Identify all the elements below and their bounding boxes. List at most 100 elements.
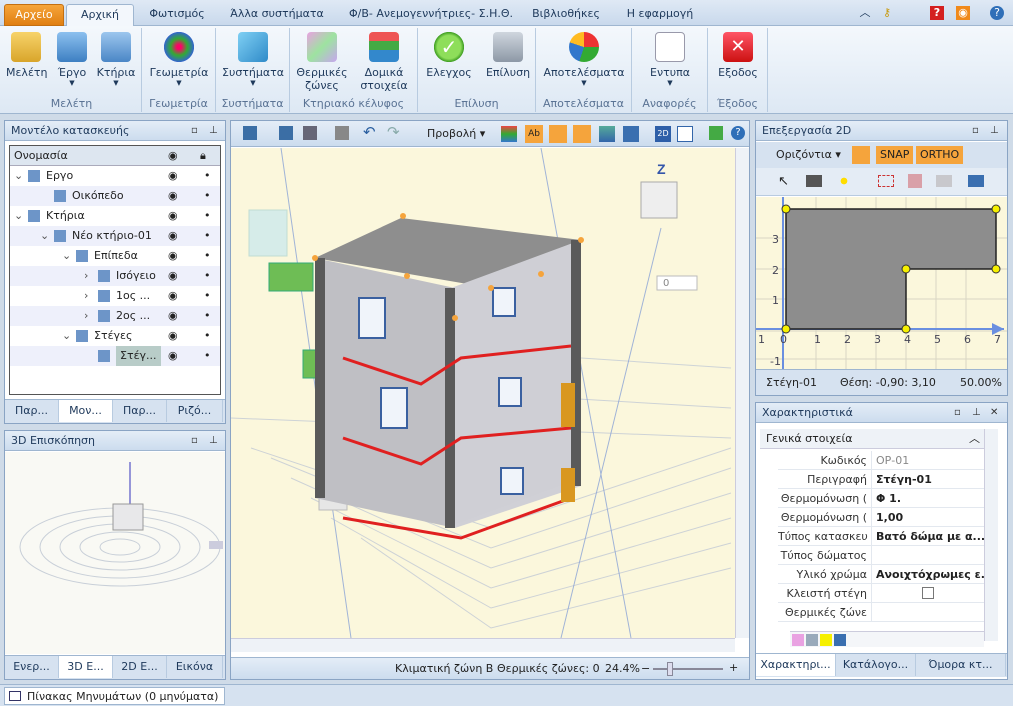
zone-yellow-icon[interactable]	[820, 634, 832, 646]
lock-toggle[interactable]: •	[204, 266, 211, 286]
expand-icon[interactable]: ⌄	[62, 246, 71, 266]
tree-row[interactable]: › 2ος ... ◉ •	[10, 306, 220, 326]
roof-tool-icon[interactable]	[968, 175, 984, 187]
minimize-icon[interactable]: ▫	[954, 403, 961, 423]
shape-icon[interactable]	[908, 174, 922, 188]
tree-row[interactable]: ⌄ Νέο κτήριο-01 ◉ •	[10, 226, 220, 246]
view3d-canvas[interactable]: Z	[231, 148, 735, 638]
grid-snap-icon[interactable]	[852, 146, 870, 164]
solve-button[interactable]: Επίλυση	[484, 32, 532, 79]
chevron-up-icon[interactable]: ︿	[858, 6, 872, 20]
zoom-out-icon[interactable]: −	[641, 662, 650, 675]
render-icon[interactable]	[623, 126, 639, 142]
structural-elements-button[interactable]: Δομικά στοιχεία	[354, 32, 414, 92]
tab-image[interactable]: Εικόνα	[167, 656, 223, 678]
key-icon[interactable]: ⚷	[880, 6, 894, 20]
tab-root[interactable]: Ριζό...	[167, 400, 223, 422]
forms-button[interactable]: Εντυπα ▼	[640, 32, 700, 87]
property-row[interactable]: Κλειστή στέγη	[778, 584, 986, 603]
preview-viewport[interactable]	[5, 452, 225, 654]
layers-tool-icon[interactable]	[806, 175, 822, 187]
tab-characteristics[interactable]: Χαρακτηρι...	[756, 654, 836, 676]
property-row[interactable]: Τύπος κατασκευ Βατό δώμα με α...	[778, 527, 986, 546]
collapse-icon[interactable]: ︿	[969, 429, 980, 449]
2d-icon[interactable]: 2D	[655, 126, 671, 142]
checkbox-icon[interactable]	[677, 126, 693, 142]
tab-application[interactable]: Η εφαρμογή	[618, 4, 702, 26]
property-row[interactable]: Περιγραφή Στέγη-01	[778, 470, 986, 489]
pin-icon[interactable]: ⊥	[990, 121, 999, 141]
pin-icon[interactable]: ⊥	[209, 431, 218, 451]
redo-icon[interactable]: ↷	[387, 123, 400, 141]
tree-row[interactable]: ⌄ Κτήρια ◉ •	[10, 206, 220, 226]
tab-adjacent[interactable]: Όμορα κτ...	[916, 654, 1006, 676]
tab-other-systems[interactable]: Άλλα συστήματα	[222, 4, 332, 26]
scroll-thumb[interactable]	[209, 541, 223, 549]
tab-pv-wind[interactable]: Φ/Β- Ανεμογεννήτριες- Σ.Η.Θ.	[340, 4, 522, 26]
tab-parameters-2[interactable]: Παρ...	[113, 400, 167, 422]
print-icon[interactable]	[335, 126, 349, 140]
geometry-button[interactable]: Γεωμετρία ▼	[148, 32, 210, 87]
tab-2d-view[interactable]: 2D E...	[113, 656, 167, 678]
grid-icon[interactable]	[573, 125, 591, 143]
tree-row[interactable]: Στέγ... ◉ •	[10, 346, 220, 366]
lock-toggle[interactable]: •	[204, 346, 211, 366]
zone-gray-icon[interactable]	[806, 634, 818, 646]
zoom-slider-thumb[interactable]	[667, 662, 673, 676]
tab-catalog[interactable]: Κατάλογο...	[836, 654, 916, 676]
tree-row[interactable]: Οικόπεδο ◉ •	[10, 186, 220, 206]
property-value[interactable]: Στέγη-01	[874, 470, 986, 489]
exit-button[interactable]: ✕ Εξοδος	[714, 32, 762, 79]
visibility-icon[interactable]: ◉	[168, 166, 178, 186]
lock-toggle[interactable]: •	[204, 206, 211, 226]
terrain-icon[interactable]	[599, 126, 615, 142]
ortho-toggle[interactable]: ORTHO	[916, 146, 964, 164]
minimize-icon[interactable]: ▫	[972, 121, 979, 141]
tab-3d-view[interactable]: 3D E...	[59, 656, 113, 678]
refresh-icon[interactable]	[709, 126, 723, 140]
closed-roof-checkbox[interactable]	[922, 587, 934, 599]
project-button[interactable]: Έργο ▼	[52, 32, 92, 87]
save-icon[interactable]	[243, 126, 257, 140]
expand-icon[interactable]: ⌄	[14, 206, 23, 226]
lock-toggle[interactable]: •	[204, 166, 211, 186]
close-icon[interactable]: ✕	[990, 403, 998, 423]
lock-toggle[interactable]: •	[204, 186, 211, 206]
property-row[interactable]: Τύπος δώματος	[778, 546, 986, 565]
zoom-in-icon[interactable]: +	[729, 661, 738, 674]
help-icon[interactable]: ?	[731, 126, 745, 140]
general-section-header[interactable]: Γενικά στοιχεία ︿	[760, 429, 986, 449]
edit2d-canvas[interactable]: 1 0 1 2 3 4 5 6 7 3 2 1 -1	[756, 197, 1007, 369]
lock-toggle[interactable]: •	[204, 246, 211, 266]
visibility-icon[interactable]: ◉	[168, 286, 178, 306]
pin-icon[interactable]: ⊥	[209, 121, 218, 141]
pin-icon[interactable]: ⊥	[972, 403, 981, 423]
expand-icon[interactable]: ›	[84, 266, 88, 286]
minimize-icon[interactable]: ▫	[191, 121, 198, 141]
help-icon[interactable]: ?	[990, 6, 1004, 20]
property-value[interactable]: Φ 1.	[874, 489, 986, 508]
tree-row[interactable]: ⌄ Στέγες ◉ •	[10, 326, 220, 346]
property-row[interactable]: Κωδικός ΟΡ-01	[778, 451, 986, 470]
layers-icon[interactable]	[501, 126, 517, 142]
lock-toggle[interactable]: •	[204, 326, 211, 346]
messages-tab[interactable]: Πίνακας Μηνυμάτων (0 μηνύματα)	[4, 687, 226, 705]
visibility-icon[interactable]: ◉	[168, 326, 178, 346]
help-red-icon[interactable]: ?	[930, 6, 944, 20]
tree-row[interactable]: ⌄ Εργο ◉ •	[10, 166, 220, 186]
visibility-icon[interactable]: ◉	[168, 226, 178, 246]
eraser-icon[interactable]	[936, 175, 952, 187]
tree-row[interactable]: › 1ος ... ◉ •	[10, 286, 220, 306]
light-icon[interactable]	[549, 125, 567, 143]
tab-energy[interactable]: Ενερ...	[5, 656, 59, 678]
property-row[interactable]: Θερμομόνωση (1,00	[778, 508, 986, 527]
tab-home[interactable]: Αρχική	[66, 4, 134, 26]
expand-icon[interactable]: ⌄	[14, 166, 23, 186]
property-value[interactable]: Ανοιχτόχρωμες ε...	[874, 565, 986, 584]
camera-icon[interactable]	[303, 126, 317, 140]
visibility-icon[interactable]: ◉	[168, 346, 178, 366]
tab-file[interactable]: Αρχείο	[4, 4, 64, 26]
expand-icon[interactable]: ›	[84, 306, 88, 326]
tree-row[interactable]: › Ισόγειο ◉ •	[10, 266, 220, 286]
expand-icon[interactable]: ›	[84, 286, 88, 306]
